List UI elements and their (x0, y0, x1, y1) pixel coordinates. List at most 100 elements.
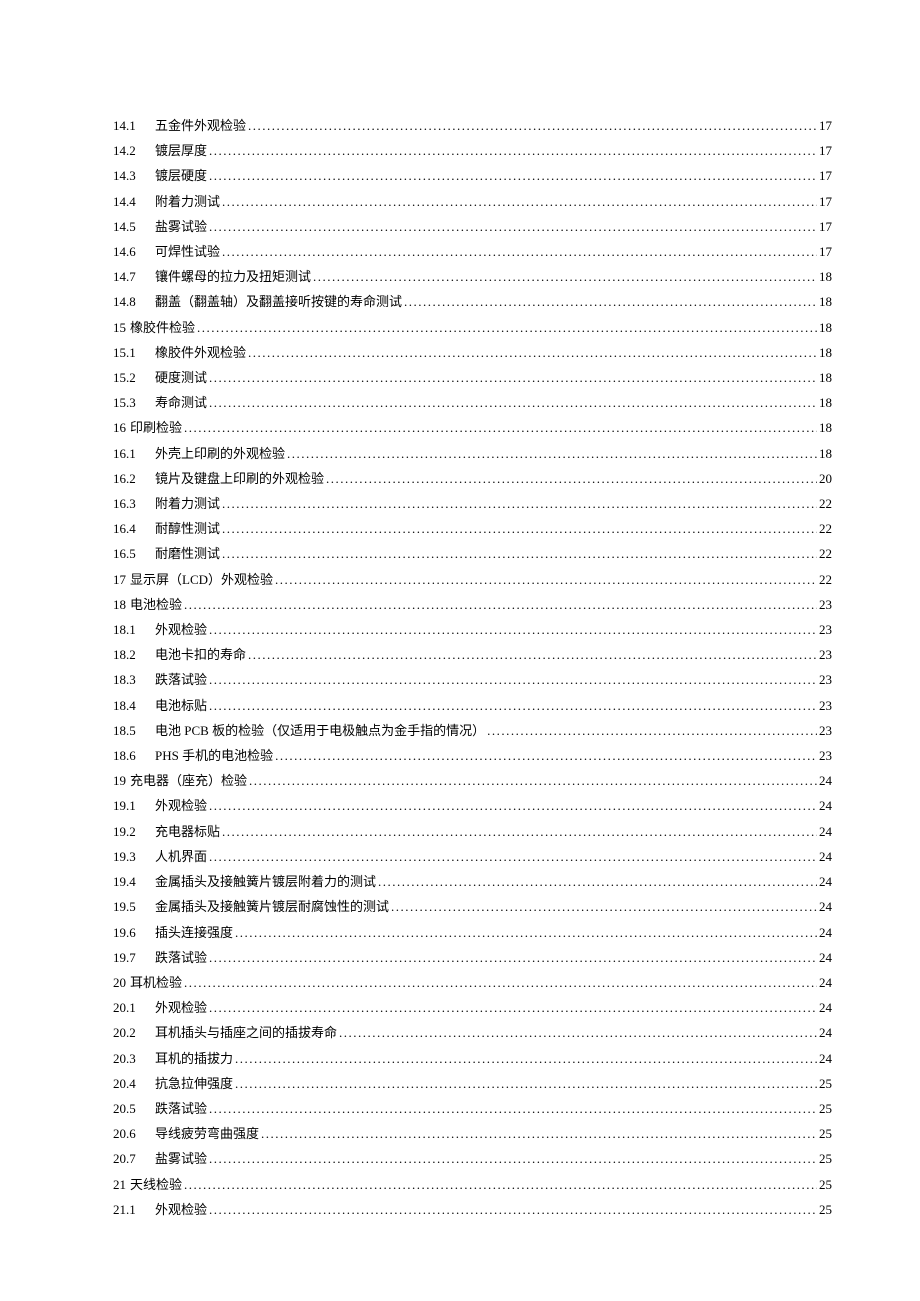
toc-entry[interactable]: 16.3附着力测试...............................… (113, 491, 832, 516)
toc-page-number: 25 (819, 1172, 832, 1197)
toc-entry[interactable]: 15.1橡胶件外观检验.............................… (113, 340, 832, 365)
toc-entry[interactable]: 14.2镀层厚度................................… (113, 138, 832, 163)
toc-title: 镜片及键盘上印刷的外观检验 (155, 466, 324, 491)
toc-title: 跌落试验 (155, 667, 207, 692)
toc-title: 橡胶件外观检验 (155, 340, 246, 365)
toc-number: 20 (113, 970, 126, 995)
toc-entry[interactable]: 17显示屏（LCD）外观检验..........................… (113, 567, 832, 592)
toc-entry[interactable]: 19.7跌落试验................................… (113, 945, 832, 970)
toc-title: 电池标贴 (155, 693, 207, 718)
toc-entry[interactable]: 21.1外观检验................................… (113, 1197, 832, 1222)
toc-title: 导线疲劳弯曲强度 (155, 1121, 259, 1146)
toc-entry[interactable]: 20.7盐雾试验................................… (113, 1146, 832, 1171)
toc-title: 显示屏（LCD）外观检验 (130, 567, 273, 592)
toc-number: 16 (113, 415, 126, 440)
toc-entry[interactable]: 19.5金属插头及接触簧片镀层耐腐蚀性的测试..................… (113, 894, 832, 919)
toc-entry[interactable]: 18.1外观检验................................… (113, 617, 832, 642)
toc-title: 硬度测试 (155, 365, 207, 390)
toc-entry[interactable]: 19.3人机界面................................… (113, 844, 832, 869)
toc-title: 电池卡扣的寿命 (155, 642, 246, 667)
toc-leader-dots: ........................................… (222, 239, 817, 264)
toc-leader-dots: ........................................… (184, 970, 817, 995)
toc-title: 外壳上印刷的外观检验 (155, 441, 285, 466)
toc-entry[interactable]: 19.6插头连接强度..............................… (113, 920, 832, 945)
toc-entry[interactable]: 18.5电池 PCB 板的检验（仅适用于电极触点为金手指的情况）........… (113, 718, 832, 743)
toc-page-number: 24 (819, 1046, 832, 1071)
toc-entry[interactable]: 20.4抗急拉伸强度..............................… (113, 1071, 832, 1096)
toc-entry[interactable]: 20.1外观检验................................… (113, 995, 832, 1020)
toc-entry[interactable]: 18.4电池标贴................................… (113, 693, 832, 718)
toc-page-number: 18 (819, 441, 832, 466)
toc-title: 耐醇性测试 (155, 516, 220, 541)
toc-title: 金属插头及接触簧片镀层附着力的测试 (155, 869, 376, 894)
toc-entry[interactable]: 19.2充电器标贴...............................… (113, 819, 832, 844)
toc-entry[interactable]: 20.2耳机插头与插座之间的插拔寿命......................… (113, 1020, 832, 1045)
toc-entry[interactable]: 14.7镶件螺母的拉力及扭矩测试........................… (113, 264, 832, 289)
toc-page-number: 18 (819, 390, 832, 415)
toc-page-number: 24 (819, 995, 832, 1020)
toc-leader-dots: ........................................… (391, 894, 817, 919)
toc-entry[interactable]: 14.4附着力测试...............................… (113, 189, 832, 214)
toc-entry[interactable]: 20.5跌落试验................................… (113, 1096, 832, 1121)
toc-entry[interactable]: 14.6可焊性试验...............................… (113, 239, 832, 264)
toc-entry[interactable]: 15.3寿命测试................................… (113, 390, 832, 415)
toc-page-number: 17 (819, 163, 832, 188)
toc-entry[interactable]: 18.6PHS 手机的电池检验.........................… (113, 743, 832, 768)
toc-number: 16.1 (113, 441, 155, 466)
toc-leader-dots: ........................................… (313, 264, 817, 289)
toc-entry[interactable]: 21天线检验..................................… (113, 1172, 832, 1197)
toc-leader-dots: ........................................… (209, 214, 817, 239)
toc-page-number: 23 (819, 667, 832, 692)
toc-title: PHS 手机的电池检验 (155, 743, 273, 768)
toc-number: 19.3 (113, 844, 155, 869)
toc-number: 14.6 (113, 239, 155, 264)
toc-entry[interactable]: 20耳机检验..................................… (113, 970, 832, 995)
toc-number: 18.5 (113, 718, 155, 743)
toc-entry[interactable]: 18电池检验..................................… (113, 592, 832, 617)
toc-number: 19.2 (113, 819, 155, 844)
toc-entry[interactable]: 14.1五金件外观检验.............................… (113, 113, 832, 138)
toc-number: 15.1 (113, 340, 155, 365)
toc-entry[interactable]: 16.1外壳上印刷的外观检验..........................… (113, 441, 832, 466)
toc-leader-dots: ........................................… (209, 1096, 817, 1121)
toc-entry[interactable]: 16.4耐醇性测试...............................… (113, 516, 832, 541)
toc-entry[interactable]: 16.2镜片及键盘上印刷的外观检验.......................… (113, 466, 832, 491)
toc-page-number: 22 (819, 516, 832, 541)
toc-title: 附着力测试 (155, 189, 220, 214)
toc-page-number: 18 (819, 340, 832, 365)
toc-number: 15 (113, 315, 126, 340)
toc-entry[interactable]: 18.3跌落试验................................… (113, 667, 832, 692)
toc-number: 18.4 (113, 693, 155, 718)
toc-entry[interactable]: 15.2硬度测试................................… (113, 365, 832, 390)
toc-leader-dots: ........................................… (222, 541, 817, 566)
toc-entry[interactable]: 18.2电池卡扣的寿命.............................… (113, 642, 832, 667)
toc-number: 21 (113, 1172, 126, 1197)
toc-entry[interactable]: 14.8翻盖（翻盖轴）及翻盖接听按键的寿命测试.................… (113, 289, 832, 314)
toc-entry[interactable]: 15橡胶件检验.................................… (113, 315, 832, 340)
toc-leader-dots: ........................................… (378, 869, 817, 894)
toc-leader-dots: ........................................… (275, 567, 817, 592)
toc-entry[interactable]: 19.4金属插头及接触簧片镀层附着力的测试...................… (113, 869, 832, 894)
toc-leader-dots: ........................................… (209, 163, 817, 188)
toc-page-number: 24 (819, 1020, 832, 1045)
toc-entry[interactable]: 14.3镀层硬度................................… (113, 163, 832, 188)
toc-leader-dots: ........................................… (235, 920, 817, 945)
toc-entry[interactable]: 14.5盐雾试验................................… (113, 214, 832, 239)
toc-entry[interactable]: 19充电器（座充）检验.............................… (113, 768, 832, 793)
toc-page-number: 23 (819, 592, 832, 617)
toc-title: 外观检验 (155, 793, 207, 818)
toc-entry[interactable]: 19.1外观检验................................… (113, 793, 832, 818)
toc-number: 15.3 (113, 390, 155, 415)
toc-entry[interactable]: 20.6导线疲劳弯曲强度............................… (113, 1121, 832, 1146)
toc-leader-dots: ........................................… (209, 995, 817, 1020)
toc-entry[interactable]: 16.5耐磨性测试...............................… (113, 541, 832, 566)
toc-page-number: 25 (819, 1121, 832, 1146)
toc-number: 20.7 (113, 1146, 155, 1171)
toc-entry[interactable]: 16印刷检验..................................… (113, 415, 832, 440)
toc-leader-dots: ........................................… (339, 1020, 817, 1045)
toc-leader-dots: ........................................… (248, 642, 817, 667)
toc-number: 19 (113, 768, 126, 793)
toc-page-number: 18 (819, 289, 832, 314)
toc-entry[interactable]: 20.3耳机的插拔力..............................… (113, 1046, 832, 1071)
toc-page-number: 20 (819, 466, 832, 491)
